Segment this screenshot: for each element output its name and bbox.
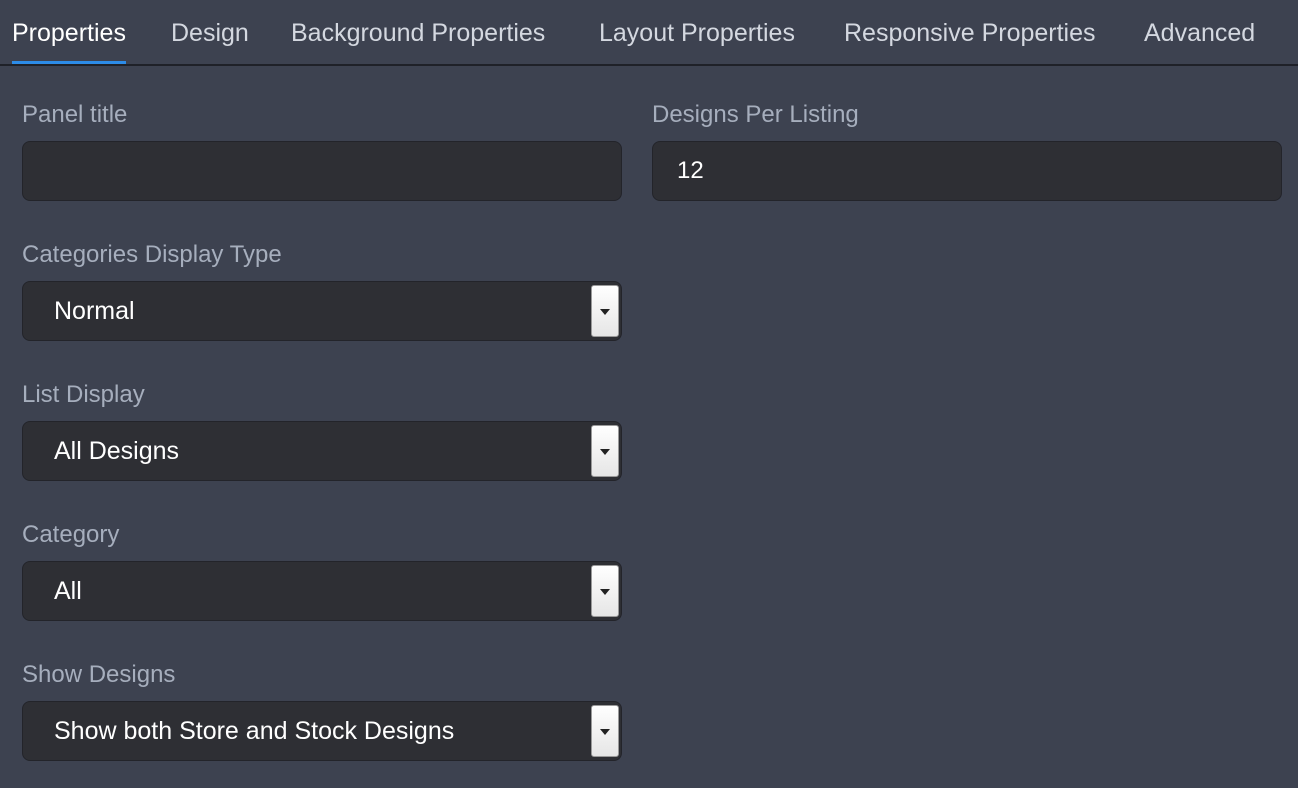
category-select[interactable]: All — [22, 561, 622, 621]
show-designs-label: Show Designs — [22, 661, 176, 688]
panel-title-label: Panel title — [22, 101, 128, 128]
tab-layout-properties[interactable]: Layout Properties — [599, 14, 795, 64]
tab-design[interactable]: Design — [171, 14, 249, 64]
tab-background-properties[interactable]: Background Properties — [291, 14, 545, 64]
tab-properties[interactable]: Properties — [12, 14, 126, 64]
chevron-down-icon[interactable] — [591, 565, 619, 617]
tab-responsive-properties[interactable]: Responsive Properties — [844, 14, 1096, 64]
select-value: All — [54, 577, 82, 605]
tab-bar: Properties Design Background Properties … — [0, 0, 1298, 66]
designs-per-listing-label: Designs Per Listing — [652, 101, 859, 128]
select-value: All Designs — [54, 437, 180, 465]
chevron-down-icon[interactable] — [591, 705, 619, 757]
select-value: Normal — [54, 297, 135, 325]
show-designs-select[interactable]: Show both Store and Stock Designs — [22, 701, 622, 761]
panel-title-input[interactable] — [22, 141, 622, 201]
select-value: Show both Store and Stock Designs — [54, 717, 455, 745]
chevron-down-icon[interactable] — [591, 285, 619, 337]
list-display-label: List Display — [22, 381, 145, 408]
tab-advanced[interactable]: Advanced — [1144, 14, 1255, 64]
categories-display-type-select[interactable]: Normal — [22, 281, 622, 341]
categories-display-type-label: Categories Display Type — [22, 241, 282, 268]
list-display-select[interactable]: All Designs — [22, 421, 622, 481]
chevron-down-icon[interactable] — [591, 425, 619, 477]
category-label: Category — [22, 521, 120, 548]
designs-per-listing-input[interactable] — [652, 141, 1282, 201]
